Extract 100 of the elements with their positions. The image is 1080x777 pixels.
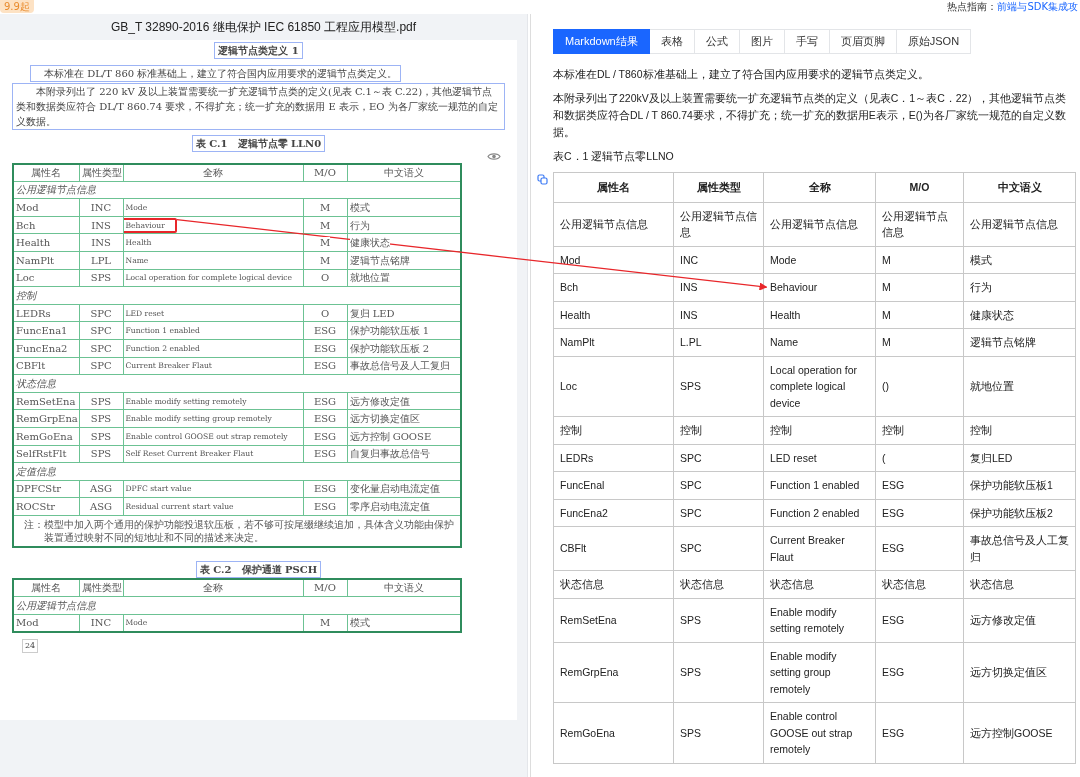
tab[interactable]: 表格 xyxy=(649,29,695,54)
tab[interactable]: 图片 xyxy=(739,29,785,54)
tab[interactable]: 手写 xyxy=(784,29,830,54)
table-cell: 复归LED xyxy=(963,444,1076,472)
table-cell: ESG xyxy=(313,325,337,337)
table-cell: RemGoEna xyxy=(16,430,73,442)
table-cell: 状态信息 xyxy=(763,570,876,598)
paragraph: 表C．1 逻辑节点零LLNO xyxy=(553,149,675,164)
hint-link[interactable]: 前端与SDK集成攻 xyxy=(997,1,1078,12)
table-cell: 健康状态 xyxy=(349,237,390,249)
table-cell: SPS xyxy=(673,702,764,763)
tab[interactable]: 原始JSON xyxy=(896,29,972,54)
table-cell: Name xyxy=(763,328,876,356)
table-cell: M xyxy=(319,202,331,213)
table-cell: Enable modify setting group remotely xyxy=(763,642,876,703)
table-cell: 健康状态 xyxy=(963,301,1076,329)
table-cell: ROCStr xyxy=(16,501,56,513)
table-cell: SPC xyxy=(673,499,764,527)
column-header: 属性名 xyxy=(13,163,79,182)
table-cell: SPS xyxy=(673,356,764,417)
table-cell: FuncEna2 xyxy=(16,342,68,354)
table-cell: ASG xyxy=(89,483,113,495)
table-cell: 公用逻辑节点信息 xyxy=(553,202,674,246)
table-cell: ESG xyxy=(313,501,337,513)
table-cell: M xyxy=(319,254,331,266)
table-cell: ( xyxy=(875,444,964,472)
table-cell: RemSetEna xyxy=(553,598,674,642)
table-cell: 控制 xyxy=(553,416,674,444)
column-header: 属性类型 xyxy=(673,172,764,202)
table-cell: 事故总信号及人工复归 xyxy=(349,360,450,372)
table-cell: 保护功能软压板1 xyxy=(963,471,1076,499)
paragraph: 本附录列出了 220 kV 及以上装置需要统一扩充逻辑节点类的定义(见表 C.1～表 C.22)，其他逻辑节点类和数据类应符合 DL/T 860.74 要求，不得扩充；统一扩充的数据用 E 表示，EO 为各厂家统一规范的自定义数据。 xyxy=(12,82,505,130)
paragraph: 本标准在 DL/T 860 标准基础上，建立了符合国内应用要求的逻辑节点类定义。 xyxy=(30,65,402,82)
table-cell: M xyxy=(875,246,964,274)
table-cell: LPL xyxy=(91,254,111,266)
table-cell: Bch xyxy=(16,219,36,231)
table-cell: SelfRstFlt xyxy=(16,448,67,460)
paragraph: 本标准在DL / T860标准基础上，建立了符合国内应用要求的逻辑节点类定义。 xyxy=(553,67,930,82)
tab[interactable]: 公式 xyxy=(694,29,740,54)
table-cell: SPS xyxy=(90,448,112,460)
table-cell: 远方切换定值区 xyxy=(963,642,1076,703)
document-title: GB_T 32890-2016 继电保护 IEC 61850 工程应用模型.pdf xyxy=(109,19,418,36)
table-cell: ESG xyxy=(875,642,964,703)
table-cell: Current Breaker Flaut xyxy=(763,526,876,571)
table-cell: SPC xyxy=(673,526,764,571)
table-cell: SPS xyxy=(90,430,112,442)
table-cell: O xyxy=(320,307,330,319)
column-header: M/O xyxy=(875,172,964,202)
table-cell: RemGrpEna xyxy=(553,642,674,703)
table-cell: SPC xyxy=(673,471,764,499)
table-cell: ESG xyxy=(313,395,337,407)
table-cell: Function 2 enabled xyxy=(763,499,876,527)
table-cell: RemGrpEna xyxy=(16,413,78,425)
table-cell: ESG xyxy=(313,360,337,372)
table-cell: SPS xyxy=(673,598,764,642)
table-cell: INC xyxy=(90,617,112,629)
table-cell: INS xyxy=(91,219,111,231)
table-cell: ESG xyxy=(875,598,964,642)
table-cell: 模式 xyxy=(963,246,1076,274)
table-cell: ASG xyxy=(89,501,113,513)
tab[interactable]: Markdown结果 xyxy=(553,29,650,54)
table-cell: 远方控制GOOSE xyxy=(963,702,1076,763)
table-caption: 表 C.2 保护通道 PSCH xyxy=(195,560,322,578)
table-cell: M xyxy=(875,328,964,356)
table-cell: 公用逻辑节点信息 xyxy=(875,202,964,246)
table-cell: SPC xyxy=(90,342,112,354)
table-cell: Mod xyxy=(16,617,39,629)
tab[interactable]: 页眉页脚 xyxy=(829,29,897,54)
table-cell: Enable control GOOSE out strap remotely xyxy=(763,702,876,763)
table-cell: 模式 xyxy=(349,202,370,213)
column-header: 全称 xyxy=(763,172,876,202)
table-cell: 就地位置 xyxy=(963,356,1076,417)
eye-icon[interactable] xyxy=(487,152,501,161)
table-cell: 控制 xyxy=(673,416,764,444)
table-cell: SPC xyxy=(90,325,112,337)
copy-icon[interactable] xyxy=(537,174,548,185)
table-cell: SPS xyxy=(90,413,112,425)
table-cell: FuncEnal xyxy=(553,471,674,499)
table-cell: Health xyxy=(553,301,674,329)
table-cell: 状态信息 xyxy=(963,570,1076,598)
table-cell: ESG xyxy=(313,483,337,495)
table-cell: DPFCStr xyxy=(16,483,61,495)
column-header: 属性名 xyxy=(13,578,79,597)
table-cell: 事故总信号及人工复归 xyxy=(963,526,1076,571)
table-cell: 复归 LED xyxy=(349,307,395,319)
page-number: 24 xyxy=(22,638,39,653)
table-cell: RemGoEna xyxy=(553,702,674,763)
table-cell: ESG xyxy=(313,430,337,442)
table-cell: 远方修改定值 xyxy=(963,598,1076,642)
column-header: 属性类型 xyxy=(79,578,123,597)
table-cell: 保护功能软压板 1 xyxy=(349,325,430,337)
table-cell: M xyxy=(319,219,331,231)
table-cell: INS xyxy=(673,273,764,301)
group-label: 公用逻辑节点信息 xyxy=(13,181,461,199)
table-cell: L.PL xyxy=(673,328,764,356)
table-caption: 表 C.1 逻辑节点零 LLN0 xyxy=(191,134,326,152)
table-cell: 控制 xyxy=(763,416,876,444)
table-cell: 远方切换定值区 xyxy=(349,413,420,425)
table-cell: SPC xyxy=(673,444,764,472)
paragraph: 本附录列出了220kV及以上装置需要统一扩充逻辑节点类的定义（见表C．1～表C．22），其他逻辑节点类和数据类应符合DL / T 860.74要求，不得扩充；统一扩充的数据用E表示，E()为各厂家统一规范的自定义数据。 xyxy=(553,91,1068,140)
